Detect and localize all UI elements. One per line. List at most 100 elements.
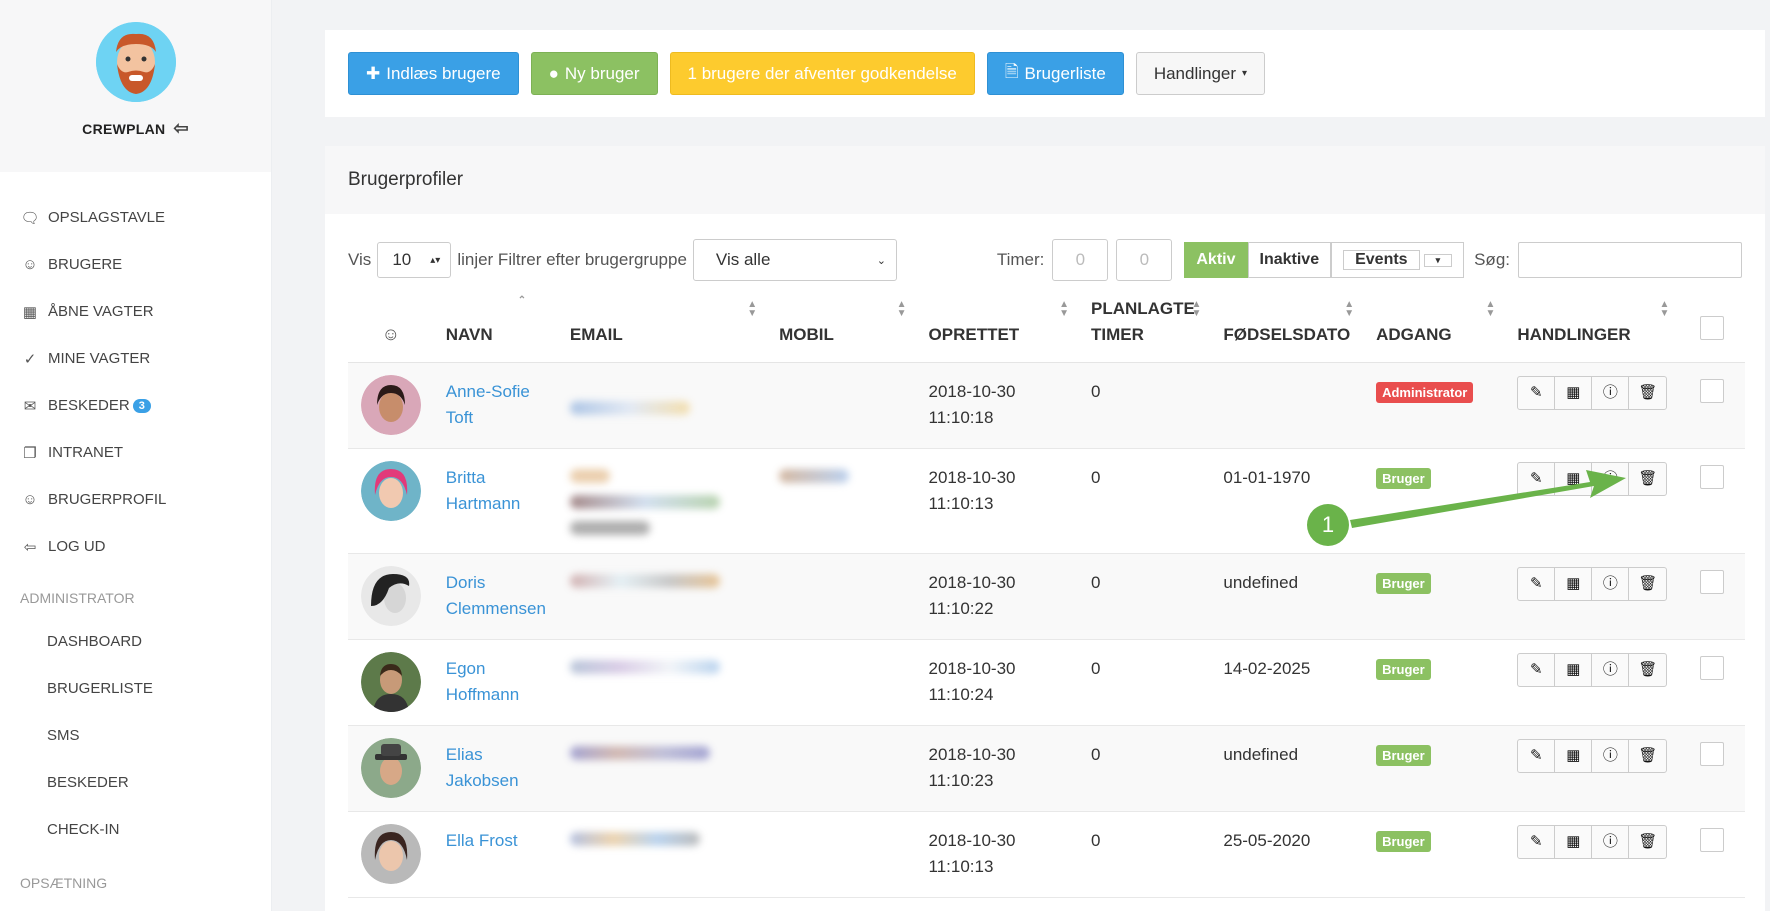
row-checkbox[interactable] [1700,656,1725,680]
user-name-link[interactable]: Elias Jakobsen [446,745,519,790]
trash-icon[interactable]: 🗑 [1629,654,1666,686]
info-icon[interactable]: ⓘ [1592,463,1630,495]
row-checkbox[interactable] [1700,570,1725,594]
edit-pencil-icon[interactable]: ✎ [1518,568,1556,600]
birthdate-column-header[interactable]: FØDSELSDATO ▲ ▼ [1211,296,1365,363]
access-column-header[interactable]: ADGANG ▲ ▼ [1364,296,1506,363]
row-checkbox[interactable] [1700,742,1725,766]
pending-users-button[interactable]: 1 brugere der afventer godkendelse [669,52,975,95]
timer-to-input[interactable]: 0 [1116,239,1173,281]
mobile-column-header[interactable]: MOBIL ▲ ▼ [767,296,917,363]
nav-item-beskeder[interactable]: ✉ BESKEDER 3 [0,382,271,429]
email-column-header[interactable]: EMAIL ▲ ▼ [557,296,768,363]
user-name-link[interactable]: Ella Frost [446,831,518,850]
select-all-checkbox[interactable] [1700,316,1725,340]
admin-item-brugerliste[interactable]: BRUGERLISTE [0,665,271,712]
nav-item-brugerprofil[interactable]: ☺ BRUGERPROFIL [0,476,271,523]
user-name-link[interactable]: Anne-Sofie Toft [446,382,530,427]
avatar-cell [348,448,434,554]
calendar-icon[interactable]: ▦ [1555,377,1593,409]
info-icon[interactable]: ⓘ [1592,654,1630,686]
hours-cell: 0 [1078,811,1212,898]
planned-hours-column-header[interactable]: PLANLAGTE TIMER ▲ ▼ [1078,296,1212,363]
mobile-cell [767,639,917,726]
info-icon[interactable]: ⓘ [1592,826,1630,858]
row-actions: ✎ ▦ ⓘ 🗑 [1517,376,1668,410]
admin-item-check-in[interactable]: CHECK-IN [0,806,271,853]
search-input[interactable] [1518,242,1742,278]
nav-item-mine-vagter[interactable]: ✓ MINE VAGTER [0,335,271,382]
actions-column-header[interactable]: HANDLINGER ▲ ▼ [1505,296,1680,363]
info-icon[interactable]: ⓘ [1592,377,1630,409]
nav-item-log-ud[interactable]: ⇦ LOG UD [0,523,271,570]
row-checkbox[interactable] [1700,465,1725,489]
avatar[interactable] [95,22,176,102]
userlist-label: Brugerliste [1024,63,1106,83]
logout-icon[interactable]: ⇦ [173,118,188,139]
user-photo[interactable] [360,652,421,712]
page-size-select[interactable]: 10 ▴▾ [377,242,452,278]
created-date: 2018-10-30 [928,745,1016,764]
calendar-icon[interactable]: ▦ [1555,463,1593,495]
calendar-icon[interactable]: ▦ [1555,654,1593,686]
admin-item-sms[interactable]: SMS [0,712,271,759]
new-user-button[interactable]: ● Ny bruger [530,52,658,95]
timer-label: Timer: [996,250,1045,269]
calendar-icon[interactable]: ▦ [1555,826,1593,858]
user-icon: ☺ [22,256,38,273]
select-cell [1679,448,1745,554]
user-name-link[interactable]: Doris Clemmensen [446,573,546,618]
nav-item-intranet[interactable]: ❐ INTRANET [0,429,271,476]
user-group-select[interactable]: Vis alle ⌄ [692,239,897,281]
admin-item-beskeder[interactable]: BESKEDER [0,759,271,806]
filter-active-button[interactable]: Aktiv [1184,242,1248,278]
first-name: Anne-Sofie [445,382,530,401]
chat-icon: 🗨 [20,209,40,227]
created-time: 11:10:24 [928,685,994,704]
mail-icon: ✉ [23,397,37,415]
info-icon[interactable]: ⓘ [1592,568,1630,600]
mobile-cell [767,811,917,898]
calendar-icon[interactable]: ▦ [1555,740,1593,772]
trash-icon[interactable]: 🗑 [1629,463,1666,495]
calendar-icon[interactable]: ▦ [1555,568,1593,600]
trash-icon[interactable]: 🗑 [1629,568,1666,600]
user-photo[interactable] [360,738,421,798]
trash-icon[interactable]: 🗑 [1629,377,1666,409]
user-name-link[interactable]: Britta Hartmann [446,468,521,513]
access-badge: Bruger [1376,573,1431,594]
nav-label: OPSLAGSTAVLE [48,209,165,226]
edit-pencil-icon[interactable]: ✎ [1518,740,1556,772]
filter-inactive-button[interactable]: Inaktive [1247,242,1332,278]
nav-item-opslagstavle[interactable]: 🗨 OPSLAGSTAVLE [0,194,271,241]
row-checkbox[interactable] [1700,828,1725,852]
actions-label: Handlinger [1153,63,1237,83]
import-users-button[interactable]: ✚ Indlæs brugere [348,52,519,95]
nav-item-abne-vagter[interactable]: ▦ ÅBNE VAGTER [0,288,271,335]
trash-icon[interactable]: 🗑 [1629,826,1666,858]
edit-pencil-icon[interactable]: ✎ [1518,826,1556,858]
user-photo[interactable] [360,375,421,435]
check-circle-icon: ✓ [23,350,37,368]
name-column-header[interactable]: NAVN ⌃ [433,296,558,363]
email-header-label: EMAIL [569,325,623,344]
edit-pencil-icon[interactable]: ✎ [1518,463,1556,495]
actions-dropdown-button[interactable]: Handlinger ▾ [1135,52,1266,95]
filter-events-button[interactable]: Events ▾ [1331,242,1465,278]
trash-icon[interactable]: 🗑 [1629,740,1666,772]
edit-pencil-icon[interactable]: ✎ [1518,654,1556,686]
updown-icon: ▴▾ [430,254,441,266]
timer-from-input[interactable]: 0 [1052,239,1109,281]
user-name-link[interactable]: Egon Hoffmann [446,659,519,704]
admin-item-dashboard[interactable]: DASHBOARD [0,618,271,665]
nav-item-brugere[interactable]: ☺ BRUGERE [0,241,271,288]
last-name: Hartmann [445,494,521,513]
edit-pencil-icon[interactable]: ✎ [1518,377,1556,409]
user-photo[interactable] [360,566,421,626]
info-icon[interactable]: ⓘ [1592,740,1630,772]
created-column-header[interactable]: OPRETTET ▲ ▼ [916,296,1079,363]
user-photo[interactable] [360,824,421,884]
row-checkbox[interactable] [1700,379,1725,403]
userlist-export-button[interactable]: 🗎 Brugerliste [986,52,1124,95]
user-photo[interactable] [360,461,421,521]
